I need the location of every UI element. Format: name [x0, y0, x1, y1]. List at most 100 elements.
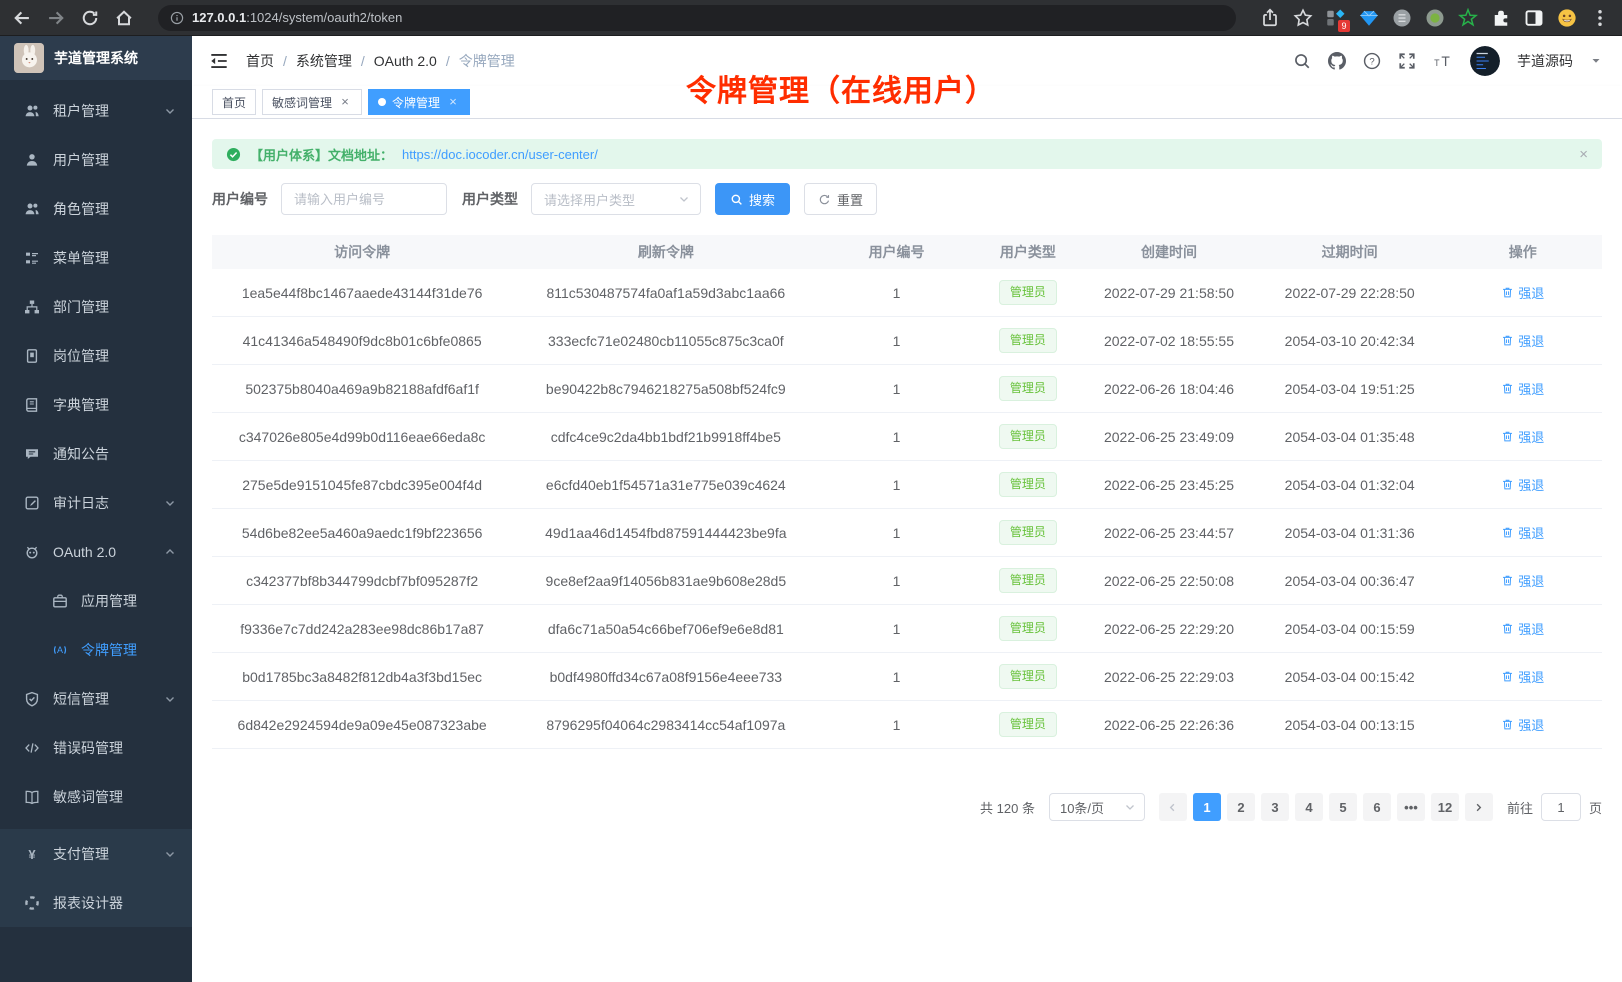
goto-page-input[interactable] [1541, 793, 1581, 821]
gray-app-icon[interactable] [1392, 8, 1412, 28]
sidebar-item-user[interactable]: 用户管理 [0, 135, 192, 184]
column-header-refresh-token[interactable]: 刷新令牌 [512, 242, 819, 262]
share-icon[interactable] [1260, 8, 1280, 28]
tab-close-icon[interactable]: × [446, 95, 460, 109]
page-button-12[interactable]: 12 [1431, 793, 1459, 821]
force-logout-button[interactable]: 强退 [1501, 523, 1544, 542]
doc-link[interactable]: https://doc.iocoder.cn/user-center/ [402, 147, 598, 162]
prev-page-button[interactable] [1159, 793, 1187, 821]
user-id-input[interactable] [281, 183, 447, 215]
column-header-access-token[interactable]: 访问令牌 [212, 242, 512, 262]
github-icon[interactable] [1328, 52, 1346, 70]
chevron-down-icon[interactable] [1590, 55, 1602, 67]
puzzle-icon[interactable] [1491, 8, 1511, 28]
page-size-select[interactable]: 10条/页 [1049, 793, 1145, 821]
alert-close-icon[interactable]: × [1579, 146, 1588, 163]
column-header-actions[interactable]: 操作 [1444, 242, 1602, 262]
user-id-label: 用户编号 [212, 189, 268, 209]
column-header-user-type[interactable]: 用户类型 [974, 242, 1082, 262]
sidebar-item-oauth2-app[interactable]: 应用管理 [0, 576, 192, 625]
user-type-select[interactable]: 请选择用户类型 [531, 183, 701, 215]
table-row: 502375b8040a469a9b82188afdf6af1fbe90422b… [212, 365, 1602, 413]
tab-sensitive-word[interactable]: 敏感词管理× [262, 89, 362, 115]
page-button-6[interactable]: 6 [1363, 793, 1391, 821]
breadcrumb-item[interactable]: 首页 [246, 51, 274, 71]
page-button-3[interactable]: 3 [1261, 793, 1289, 821]
sidebar-item-menu[interactable]: 菜单管理 [0, 233, 192, 282]
green-app-icon[interactable] [1425, 8, 1445, 28]
sidebar-item-label: 报表设计器 [53, 893, 123, 913]
sidebar-item-post[interactable]: 岗位管理 [0, 331, 192, 380]
force-logout-button[interactable]: 强退 [1501, 667, 1544, 686]
column-header-expire-time[interactable]: 过期时间 [1256, 242, 1444, 262]
goto-suffix: 页 [1589, 798, 1602, 817]
breadcrumb-item[interactable]: 系统管理 [296, 51, 352, 71]
breadcrumb-item[interactable]: 令牌管理 [459, 51, 515, 71]
tab-home[interactable]: 首页 [212, 89, 256, 115]
robot-icon [24, 544, 40, 560]
force-logout-button[interactable]: 强退 [1501, 283, 1544, 302]
force-logout-button[interactable]: 强退 [1501, 619, 1544, 638]
tab-token[interactable]: 令牌管理× [368, 89, 470, 115]
sidebar-item-oauth2[interactable]: OAuth 2.0 [0, 527, 192, 576]
page-button-2[interactable]: 2 [1227, 793, 1255, 821]
column-header-create-time[interactable]: 创建时间 [1082, 242, 1256, 262]
blue-gem-icon[interactable] [1359, 8, 1379, 28]
sidebar-item-notice[interactable]: 通知公告 [0, 429, 192, 478]
user-avatar[interactable] [1470, 46, 1500, 76]
browser-home-icon[interactable] [114, 8, 134, 28]
split-window-icon[interactable] [1524, 8, 1544, 28]
sidebar-item-role[interactable]: 角色管理 [0, 184, 192, 233]
sidebar-item-dept[interactable]: 部门管理 [0, 282, 192, 331]
emoji-reaction-icon[interactable] [1557, 8, 1577, 28]
sidebar-item-sms[interactable]: 短信管理 [0, 674, 192, 723]
browser-menu-icon[interactable] [1590, 8, 1610, 28]
sidebar-fold-icon[interactable] [208, 50, 230, 72]
cell-actions: 强退 [1444, 667, 1602, 686]
browser-forward-icon[interactable] [46, 8, 66, 28]
page-button-4[interactable]: 4 [1295, 793, 1323, 821]
sidebar-item-dict[interactable]: 字典管理 [0, 380, 192, 429]
page-button-1[interactable]: 1 [1193, 793, 1221, 821]
force-logout-button[interactable]: 强退 [1501, 427, 1544, 446]
breadcrumb-item[interactable]: OAuth 2.0 [374, 53, 437, 69]
sidebar-item-pay[interactable]: ¥支付管理 [0, 829, 192, 878]
cell-create-time: 2022-06-25 22:26:36 [1082, 717, 1256, 733]
search-button[interactable]: 搜索 [715, 183, 790, 215]
extensions-grid-icon[interactable]: 9 [1326, 8, 1346, 28]
fullscreen-icon[interactable] [1398, 52, 1416, 70]
help-icon[interactable]: ? [1363, 52, 1381, 70]
trash-icon [1501, 718, 1514, 731]
bookmark-star-icon[interactable] [1293, 8, 1313, 28]
browser-back-icon[interactable] [12, 8, 32, 28]
sidebar-item-oauth2-token[interactable]: A令牌管理 [0, 625, 192, 674]
green-star-icon[interactable] [1458, 8, 1478, 28]
site-info-icon[interactable] [170, 11, 184, 25]
sidebar-item-audit-log[interactable]: 审计日志 [0, 478, 192, 527]
cell-refresh-token: 49d1aa46d1454fbd87591444423be9fa [512, 525, 819, 541]
force-logout-button[interactable]: 强退 [1501, 571, 1544, 590]
search-icon[interactable] [1293, 52, 1311, 70]
sidebar-item-report[interactable]: 报表设计器 [0, 878, 192, 927]
column-header-user-id[interactable]: 用户编号 [819, 242, 973, 262]
force-logout-button[interactable]: 强退 [1501, 475, 1544, 494]
sidebar-item-error-code[interactable]: 错误码管理 [0, 723, 192, 772]
reset-button[interactable]: 重置 [804, 183, 877, 215]
tab-close-icon[interactable]: × [338, 95, 352, 109]
cell-refresh-token: 811c530487574fa0af1a59d3abc1aa66 [512, 285, 819, 301]
force-logout-button[interactable]: 强退 [1501, 715, 1544, 734]
force-logout-button[interactable]: 强退 [1501, 379, 1544, 398]
search-btn-icon [730, 193, 743, 206]
user-name[interactable]: 芋道源码 [1517, 51, 1573, 71]
page-button-5[interactable]: 5 [1329, 793, 1357, 821]
address-bar[interactable]: 127.0.0.1:1024/system/oauth2/token [158, 5, 1236, 31]
next-page-button[interactable] [1465, 793, 1493, 821]
page-more-button[interactable]: ••• [1397, 793, 1425, 821]
app-logo[interactable]: 芋道管理系统 [0, 36, 192, 80]
user-type-badge: 管理员 [999, 376, 1057, 401]
sidebar-item-sensitive-word[interactable]: 敏感词管理 [0, 772, 192, 821]
font-size-icon[interactable]: TT [1433, 52, 1453, 70]
browser-reload-icon[interactable] [80, 8, 100, 28]
sidebar-item-tenant[interactable]: 租户管理 [0, 86, 192, 135]
force-logout-button[interactable]: 强退 [1501, 331, 1544, 350]
